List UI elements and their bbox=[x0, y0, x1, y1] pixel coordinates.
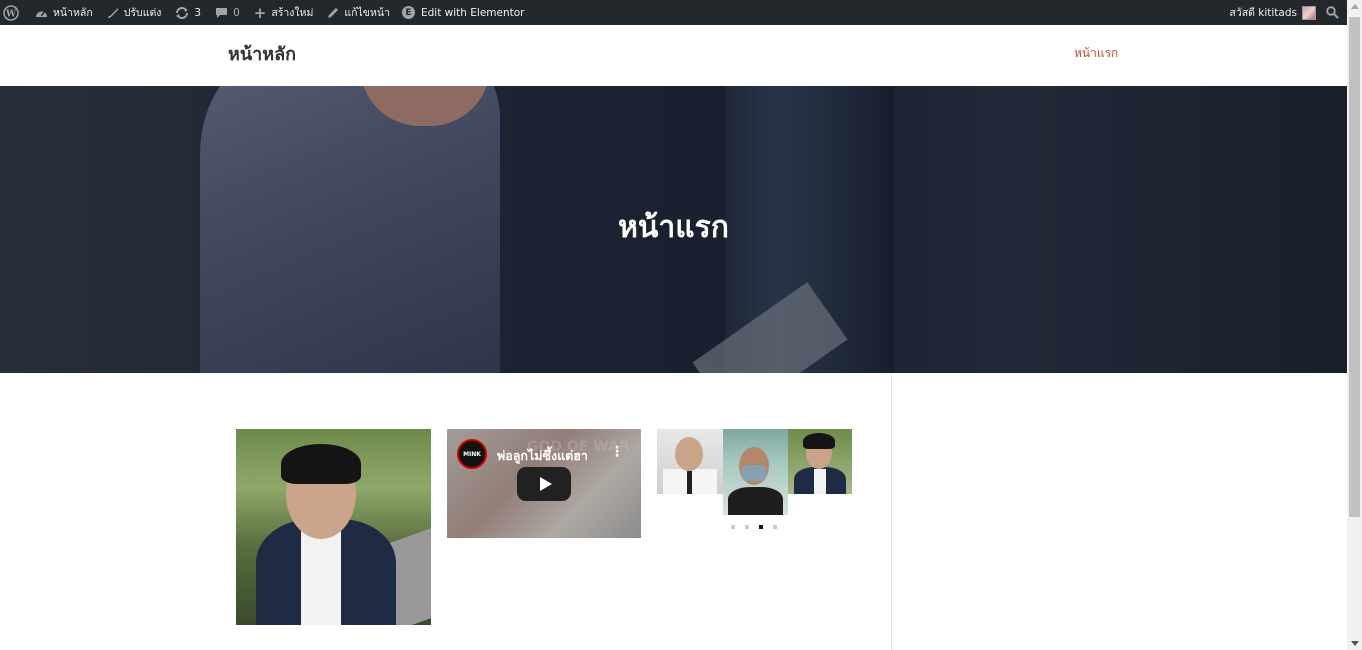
site-name-label: หน้าหลัก bbox=[53, 7, 93, 19]
greeting-label: สวัสดี kititads bbox=[1229, 7, 1297, 19]
play-button[interactable] bbox=[517, 467, 571, 501]
plus-icon: + bbox=[253, 3, 267, 22]
comments-count: 0 bbox=[233, 6, 240, 19]
scroll-down-arrow-icon[interactable] bbox=[1351, 641, 1359, 646]
more-options-icon[interactable]: ⋮ bbox=[610, 444, 624, 460]
dashboard-icon bbox=[35, 7, 48, 19]
scrollbar-thumb[interactable] bbox=[1349, 17, 1360, 517]
slide-face-shape bbox=[675, 437, 703, 471]
page-title: หน้าแรก bbox=[618, 210, 729, 245]
image-carousel[interactable] bbox=[657, 429, 852, 515]
carousel-slide[interactable] bbox=[788, 429, 852, 494]
wordpress-logo-button[interactable]: W bbox=[0, 0, 24, 25]
hero-banner: หน้าแรก bbox=[0, 86, 1347, 373]
updates-icon bbox=[175, 6, 189, 19]
slide-mask-shape bbox=[742, 465, 766, 481]
carousel-slide[interactable] bbox=[723, 429, 788, 515]
wp-admin-bar: W หน้าหลัก ปรับแต่ง 3 0 + สร้างใหม่ แก้ไ… bbox=[0, 0, 1362, 25]
sidebar-divider bbox=[891, 373, 892, 650]
channel-avatar[interactable]: MINK bbox=[457, 439, 487, 469]
carousel-dot[interactable] bbox=[731, 525, 735, 529]
nav-menu-item-home[interactable]: หน้าแรก bbox=[1074, 44, 1118, 63]
my-account-link[interactable]: สวัสดี kititads bbox=[1224, 0, 1321, 25]
play-icon bbox=[539, 477, 552, 491]
page-scrollbar[interactable] bbox=[1347, 0, 1362, 650]
slide-hair-shape bbox=[803, 433, 835, 449]
scroll-up-arrow-icon[interactable] bbox=[1351, 4, 1359, 9]
main-content: GOD OF WAR MINK พ่อลูกไม่ซึ้งแต่ฮา ⋮ bbox=[0, 373, 1347, 650]
site-name-link[interactable]: หน้าหลัก bbox=[30, 0, 98, 25]
edit-page-link[interactable]: แก้ไขหน้า bbox=[322, 0, 395, 25]
video-title[interactable]: พ่อลูกไม่ซึ้งแต่ฮา bbox=[497, 446, 607, 466]
carousel-dot-active[interactable] bbox=[759, 525, 763, 529]
slide-tshirt-shape bbox=[814, 469, 826, 494]
updates-count: 3 bbox=[194, 6, 202, 19]
slide-tie-shape bbox=[687, 471, 692, 494]
photo-shirt-shape bbox=[301, 524, 341, 625]
site-title[interactable]: หน้าหลัก bbox=[228, 39, 296, 68]
site-header: หน้าหลัก หน้าแรก bbox=[0, 25, 1347, 86]
elementor-icon: E bbox=[402, 6, 415, 19]
edit-page-label: แก้ไขหน้า bbox=[344, 7, 390, 19]
carousel-dot[interactable] bbox=[773, 525, 777, 529]
new-content-link[interactable]: + สร้างใหม่ bbox=[249, 0, 319, 25]
elementor-label: Edit with Elementor bbox=[421, 6, 525, 19]
svg-text:W: W bbox=[5, 9, 17, 19]
comment-icon bbox=[215, 7, 228, 19]
featured-photo[interactable] bbox=[236, 429, 431, 625]
photo-hair-shape bbox=[281, 444, 361, 484]
youtube-embed[interactable]: GOD OF WAR MINK พ่อลูกไม่ซึ้งแต่ฮา ⋮ bbox=[447, 429, 641, 538]
search-icon bbox=[1326, 6, 1339, 19]
carousel-dot[interactable] bbox=[745, 525, 749, 529]
avatar bbox=[1302, 5, 1316, 20]
updates-link[interactable]: 3 bbox=[170, 0, 206, 25]
customize-link[interactable]: ปรับแต่ง bbox=[102, 0, 167, 25]
carousel-pagination bbox=[731, 525, 777, 529]
pencil-icon bbox=[327, 7, 339, 19]
brush-icon bbox=[107, 7, 119, 19]
comments-link[interactable]: 0 bbox=[210, 0, 245, 25]
wordpress-icon: W bbox=[3, 4, 19, 21]
edit-with-elementor-link[interactable]: E Edit with Elementor bbox=[397, 0, 530, 25]
customize-label: ปรับแต่ง bbox=[123, 7, 162, 19]
admin-search-button[interactable] bbox=[1321, 0, 1344, 25]
carousel-slide[interactable] bbox=[657, 429, 723, 494]
new-content-label: สร้างใหม่ bbox=[271, 7, 314, 19]
slide-shirt-shape bbox=[728, 487, 783, 515]
